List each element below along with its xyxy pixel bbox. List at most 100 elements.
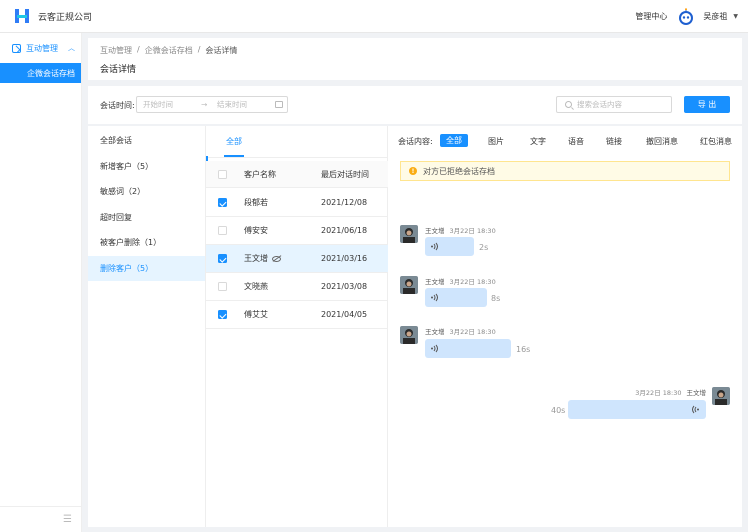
voice-wave-icon (430, 293, 439, 302)
user-menu-caret-icon[interactable]: ▼ (733, 13, 738, 20)
sidebar-collapse-button[interactable]: ☰ (0, 506, 82, 532)
voice-duration: 2s (479, 243, 489, 252)
content-type-label: 会话内容: (398, 137, 433, 146)
voice-message-bubble[interactable] (425, 237, 474, 256)
sender-avatar[interactable] (712, 387, 730, 405)
sender-name: 王文增 (686, 389, 707, 397)
sender-name: 王文增 (425, 278, 445, 286)
row-checkbox[interactable] (218, 198, 227, 207)
filter-type-recall[interactable]: 撤回消息 (646, 136, 678, 147)
filter-type-redpacket[interactable]: 红包消息 (700, 136, 732, 147)
message-meta: 3月22日 18:30 王文增 (635, 387, 706, 397)
filter-type-all[interactable]: 全部 (440, 134, 468, 147)
filter-type-image[interactable]: 图片 (488, 136, 504, 147)
message-time: 3月22日 18:30 (449, 227, 496, 235)
filter-type-voice[interactable]: 语音 (568, 136, 584, 147)
content-type-filter: 会话内容: 全部 图片 文字 语音 链接 撤回消息 红包消息 (398, 134, 738, 147)
divider (206, 157, 388, 158)
sender-avatar[interactable] (400, 326, 418, 344)
filter-type-link[interactable]: 链接 (606, 136, 622, 147)
voice-duration: 16s (516, 345, 531, 354)
customer-name: 王文增 (244, 254, 268, 263)
category-list: 全部会话 新增客户（5） 敏感词（2） 超时回复 被客户删除（1） 删除客户（5… (88, 126, 206, 527)
message-meta: 王文增 3月22日 18:30 (425, 276, 496, 286)
voice-message-bubble[interactable] (425, 288, 487, 307)
chat-panel: 会话内容: 全部 图片 文字 语音 链接 撤回消息 红包消息 ! 对方已拒绝会话… (388, 126, 742, 527)
warning-icon: ! (409, 167, 417, 175)
category-deleted-by-customer[interactable]: 被客户删除（1） (88, 230, 205, 256)
end-date-input[interactable]: 结束时间 (217, 99, 273, 110)
category-timeout-reply[interactable]: 超时回复 (88, 205, 205, 231)
management-center-link[interactable]: 管理中心 (635, 11, 667, 22)
column-header-name: 客户名称 (244, 169, 276, 179)
category-new-customers[interactable]: 新增客户（5） (88, 154, 205, 180)
voice-wave-icon (691, 405, 700, 414)
message-time: 3月22日 18:30 (449, 278, 496, 286)
breadcrumb-item[interactable]: 互动管理 (100, 45, 132, 56)
export-button[interactable]: 导 出 (684, 96, 730, 113)
message-time: 3月22日 18:30 (449, 328, 496, 336)
user-avatar-icon[interactable] (677, 7, 695, 26)
voice-message-bubble[interactable] (425, 339, 511, 358)
voice-duration: 8s (491, 294, 501, 303)
eye-hidden-icon[interactable] (272, 255, 281, 262)
last-chat-time: 2021/03/08 (321, 282, 368, 291)
company-name: 云客正规公司 (38, 12, 93, 23)
table-row[interactable]: 段郁若 2021/12/08 (206, 189, 388, 217)
category-deleted-customers[interactable]: 删除客户（5） (88, 255, 205, 281)
page-header: 互动管理 / 企微会话存档 / 会话详情 会话详情 (88, 38, 742, 80)
row-checkbox[interactable] (218, 254, 227, 263)
chevron-up-icon: ︿ (68, 44, 75, 52)
sender-avatar[interactable] (400, 225, 418, 243)
filter-type-text[interactable]: 文字 (530, 136, 546, 147)
breadcrumb-separator: / (197, 45, 201, 54)
customer-name: 文晓燕 (244, 282, 268, 291)
breadcrumb-current: 会话详情 (205, 46, 238, 55)
search-placeholder: 搜索会话内容 (577, 100, 622, 109)
sender-name: 王文增 (425, 328, 445, 336)
interaction-icon (12, 43, 21, 53)
message-time: 3月22日 18:30 (635, 389, 682, 397)
customer-name: 段郁若 (244, 198, 268, 207)
company-logo-icon[interactable] (12, 6, 32, 26)
table-header: 客户名称 最后对话时间 (206, 161, 388, 188)
last-chat-time: 2021/03/16 (321, 254, 368, 263)
last-chat-time: 2021/04/05 (321, 310, 368, 319)
category-sensitive-words[interactable]: 敏感词（2） (88, 179, 205, 205)
table-row[interactable]: 傅安安 2021/06/18 (206, 217, 388, 245)
customer-name: 傅艾艾 (244, 310, 268, 319)
main-panel: 全部会话 新增客户（5） 敏感词（2） 超时回复 被客户删除（1） 删除客户（5… (88, 126, 742, 527)
table-row-selected[interactable]: 王文增 2021/03/16 (206, 245, 388, 273)
table-row[interactable]: 文晓燕 2021/03/08 (206, 273, 388, 301)
calendar-icon[interactable] (275, 101, 283, 108)
row-checkbox[interactable] (218, 226, 227, 235)
voice-wave-icon (430, 344, 439, 353)
voice-duration: 40s (551, 406, 566, 415)
select-all-checkbox[interactable] (218, 169, 227, 179)
customer-name: 傅安安 (244, 226, 268, 235)
sidebar-item-session-archive[interactable]: 企微会话存档 (0, 63, 81, 83)
breadcrumb-item[interactable]: 企微会话存档 (145, 45, 193, 56)
top-bar: 云客正规公司 管理中心 吴彦祖 ▼ (0, 0, 748, 33)
last-chat-time: 2021/06/18 (321, 226, 368, 235)
username[interactable]: 吴彦祖 (703, 11, 727, 22)
category-all[interactable]: 全部会话 (88, 128, 205, 154)
row-checkbox[interactable] (218, 310, 227, 319)
table-row[interactable]: 傅艾艾 2021/04/05 (206, 301, 388, 329)
date-range-picker[interactable]: 开始时间 → 结束时间 (136, 96, 288, 113)
breadcrumb-separator: / (137, 45, 140, 54)
search-input[interactable]: 搜索会话内容 (556, 96, 672, 113)
column-header-time: 最后对话时间 (321, 169, 369, 179)
notice-text: 对方已拒绝会话存档 (423, 166, 495, 176)
sender-avatar[interactable] (400, 276, 418, 294)
sidebar-item-label: 企微会话存档 (27, 68, 75, 78)
start-date-input[interactable]: 开始时间 (143, 99, 201, 110)
voice-message-bubble[interactable] (568, 400, 706, 419)
voice-wave-icon (430, 242, 439, 251)
sidebar-group-interaction[interactable]: 互动管理 ︿ (0, 33, 81, 63)
row-checkbox[interactable] (218, 282, 227, 291)
menu-collapse-icon: ☰ (63, 514, 72, 525)
sidebar-group-label: 互动管理 (26, 43, 58, 53)
notice-banner: ! 对方已拒绝会话存档 (400, 161, 730, 181)
tab-all[interactable]: 全部 (226, 136, 242, 147)
